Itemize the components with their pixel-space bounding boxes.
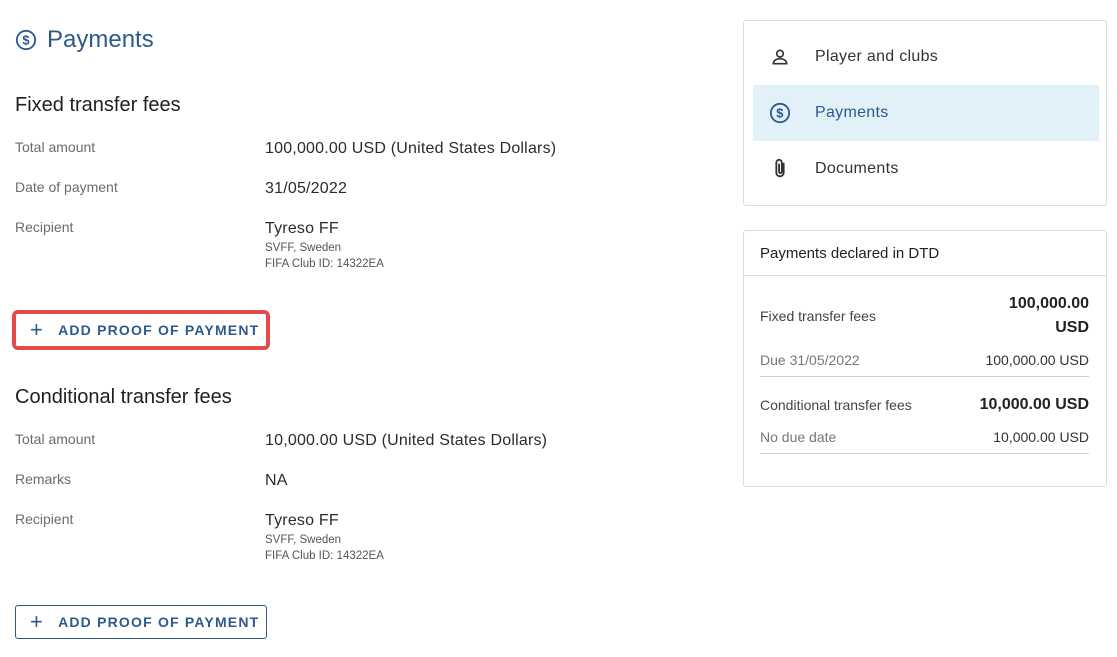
add-proof-of-payment-button-conditional[interactable]: + ADD PROOF OF PAYMENT: [15, 605, 267, 639]
summary-conditional-due-label: No due date: [760, 429, 837, 445]
svg-text:$: $: [776, 106, 783, 121]
fixed-fees-title: Fixed transfer fees: [15, 94, 181, 116]
fixed-total-amount-label: Total amount: [15, 139, 96, 155]
nav-item-label: Documents: [815, 160, 899, 177]
fixed-recipient-club-id: FIFA Club ID: 14322EA: [265, 258, 384, 270]
summary-conditional-due-value: 10,000.00 USD: [993, 429, 1089, 445]
summary-fixed-total-amount: 100,000.00: [1008, 295, 1089, 312]
nav-item-label: Player and clubs: [815, 48, 939, 65]
plus-icon: +: [30, 609, 45, 634]
conditional-remarks-label: Remarks: [15, 471, 72, 487]
add-proof-label: ADD PROOF OF PAYMENT: [58, 322, 260, 338]
summary-fixed-label: Fixed transfer fees: [760, 308, 876, 324]
conditional-recipient-association: SVFF, Sweden: [265, 534, 342, 546]
summary-conditional-label: Conditional transfer fees: [760, 397, 912, 413]
summary-fixed-due-label: Due 31/05/2022: [760, 352, 860, 368]
page-title-text: Payments: [47, 26, 154, 53]
conditional-recipient-club-id: FIFA Club ID: 14322EA: [265, 550, 384, 562]
conditional-recipient-name: Tyreso FF: [265, 512, 339, 529]
dollar-circle-icon: $: [15, 29, 37, 51]
conditional-remarks-value: NA: [265, 472, 288, 489]
fixed-total-amount-value: 100,000.00 USD (United States Dollars): [265, 140, 557, 157]
add-proof-label: ADD PROOF OF PAYMENT: [58, 614, 260, 630]
fixed-date-value: 31/05/2022: [265, 180, 348, 197]
nav-item-documents[interactable]: Documents: [753, 141, 1099, 197]
nav-item-payments[interactable]: $ Payments: [753, 85, 1099, 141]
person-icon: [769, 46, 791, 68]
conditional-total-amount-label: Total amount: [15, 431, 96, 447]
summary-fixed-total-currency: USD: [1055, 319, 1089, 336]
summary-conditional-total: 10,000.00 USD: [979, 396, 1089, 413]
fixed-recipient-name: Tyreso FF: [265, 220, 339, 237]
conditional-fees-title: Conditional transfer fees: [15, 386, 232, 408]
plus-icon: +: [30, 317, 45, 342]
payments-main-panel: $ Payments Fixed transfer fees Total amo…: [0, 0, 720, 657]
conditional-total-amount-value: 10,000.00 USD (United States Dollars): [265, 432, 548, 449]
summary-divider: [760, 453, 1089, 454]
conditional-recipient-label: Recipient: [15, 511, 74, 527]
nav-item-player-and-clubs[interactable]: Player and clubs: [753, 29, 1099, 85]
fixed-recipient-association: SVFF, Sweden: [265, 242, 342, 254]
page-title: $ Payments: [15, 26, 154, 54]
section-navigation: Player and clubs $ Payments Documents: [743, 20, 1107, 206]
payments-summary-card: Payments declared in DTD Fixed transfer …: [743, 230, 1107, 487]
fixed-recipient-label: Recipient: [15, 219, 74, 235]
fixed-date-label: Date of payment: [15, 179, 118, 195]
paperclip-icon: [769, 158, 791, 180]
summary-fixed-total: 100,000.00 USD: [1009, 292, 1089, 340]
dollar-circle-icon: $: [769, 102, 791, 124]
svg-text:$: $: [22, 33, 29, 48]
summary-fixed-due-value: 100,000.00 USD: [985, 352, 1089, 368]
summary-title: Payments declared in DTD: [744, 231, 1106, 276]
summary-divider: [760, 376, 1089, 377]
nav-item-label: Payments: [815, 104, 889, 121]
add-proof-of-payment-button-fixed[interactable]: + ADD PROOF OF PAYMENT: [12, 310, 270, 350]
